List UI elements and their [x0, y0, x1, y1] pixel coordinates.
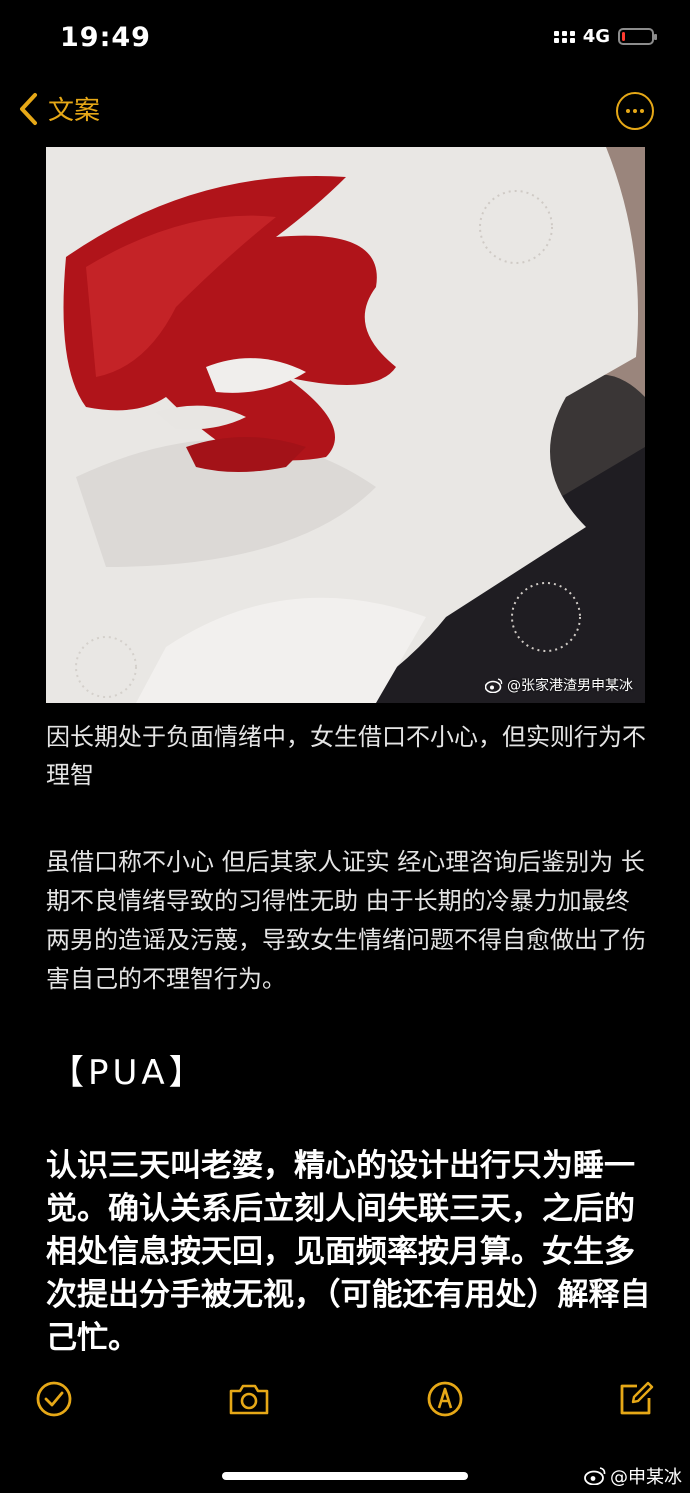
back-label: 文案	[48, 96, 101, 126]
camera-icon	[229, 1384, 269, 1415]
home-indicator[interactable]	[222, 1472, 468, 1480]
status-bar: 19:49 4G	[0, 0, 690, 72]
signal-icon	[553, 30, 575, 43]
photo-watermark-text: @张家港渣男申某冰	[507, 678, 633, 694]
chevron-left-icon	[20, 92, 37, 125]
footer-watermark-text: @申某冰	[610, 1467, 682, 1488]
notes-toolbar	[0, 1375, 690, 1427]
bold-paragraph: 认识三天叫老婆，精心的设计出行只为睡一觉。确认关系后立刻人间失联三天，之后的相处…	[46, 1148, 651, 1356]
camera-button[interactable]	[226, 1379, 272, 1419]
back-button[interactable]: 文案	[18, 90, 100, 127]
checklist-button[interactable]	[34, 1379, 74, 1419]
attached-photo[interactable]: @张家港渣男申某冰	[46, 147, 645, 703]
navigation-bar: 文案	[0, 80, 690, 140]
more-options-button[interactable]	[616, 92, 654, 130]
status-time: 19:49	[60, 22, 151, 53]
pen-tip-icon	[427, 1381, 463, 1417]
weibo-icon	[485, 677, 503, 693]
footer-watermark: @申某冰	[584, 1463, 682, 1489]
photo-caption: 因长期处于负面情绪中，女生借口不小心，但实则行为不理智	[46, 723, 646, 789]
network-type: 4G	[582, 26, 610, 47]
section-heading: 【PUA】	[50, 1053, 207, 1093]
compose-button[interactable]	[616, 1379, 656, 1419]
compose-icon	[620, 1381, 654, 1415]
checklist-icon	[36, 1381, 72, 1417]
tissue-photo-graphic	[46, 147, 645, 703]
weibo-icon	[584, 1467, 606, 1485]
battery-icon	[618, 28, 657, 45]
markup-button[interactable]	[425, 1379, 465, 1419]
photo-watermark: @张家港渣男申某冰	[485, 675, 633, 695]
battery-level	[622, 32, 625, 41]
body-paragraph: 虽借口称不小心 但后其家人证实 经心理咨询后鉴别为 长期不良情绪导致的习得性无助…	[46, 848, 646, 993]
status-indicators: 4G	[553, 26, 657, 47]
